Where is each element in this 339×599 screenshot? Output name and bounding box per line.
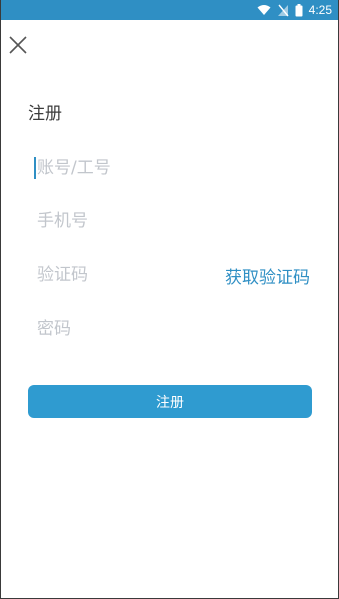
battery-icon xyxy=(295,3,303,17)
signal-icon xyxy=(277,4,289,17)
page-title: 注册 xyxy=(28,104,62,124)
verification-code-input[interactable] xyxy=(35,257,215,293)
wifi-icon xyxy=(257,4,271,16)
password-input[interactable] xyxy=(35,311,313,347)
text-cursor xyxy=(34,157,36,179)
register-screen: 4:25 注册 获取验证码 注册 xyxy=(0,0,339,599)
close-icon xyxy=(9,36,27,54)
status-bar: 4:25 xyxy=(1,0,338,20)
close-button[interactable] xyxy=(5,32,31,58)
phone-input[interactable] xyxy=(35,203,313,239)
get-code-button[interactable]: 获取验证码 xyxy=(225,263,310,288)
status-time: 4:25 xyxy=(308,3,332,17)
account-input[interactable] xyxy=(35,150,313,186)
register-button[interactable]: 注册 xyxy=(28,385,312,418)
status-icons: 4:25 xyxy=(257,2,332,18)
